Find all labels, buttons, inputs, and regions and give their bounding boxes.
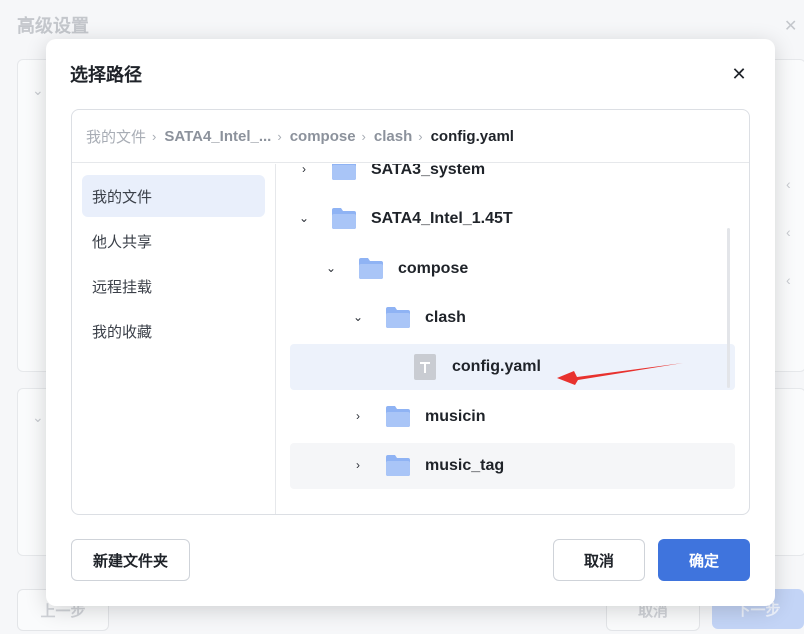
chevron-down-icon[interactable]: ⌄ [296,210,312,226]
breadcrumb-item[interactable]: 我的文件 [86,126,146,147]
chevron-right-icon: › [361,128,366,144]
background-close-icon: ✕ [784,18,798,35]
tree-item-name: SATA4_Intel_1.45T [371,210,513,227]
breadcrumb-current: config.yaml [430,127,514,145]
chevron-right-icon[interactable]: › [350,457,366,473]
tree-row[interactable]: ⌄ clash [290,295,735,341]
sidebar-item-my-files[interactable]: 我的文件 [82,175,265,217]
folder-icon [332,164,356,180]
tree-item-name: compose [398,260,469,277]
folder-icon [332,208,356,229]
dialog-title: 选择路径 [70,65,142,85]
chevron-right-icon: › [418,128,423,144]
tree-row-selected[interactable]: config.yaml [290,344,735,390]
scrollbar[interactable] [727,228,730,388]
tree-item-name: clash [425,309,466,326]
breadcrumb-item[interactable]: SATA4_Intel_... [164,128,271,145]
file-icon [414,354,436,380]
folder-icon [386,307,410,328]
chevron-down-icon: ⌄ [32,82,44,98]
breadcrumb-item[interactable]: compose [290,128,356,145]
chevron-right-icon[interactable]: › [296,164,312,177]
sidebar-item-remote-mount[interactable]: 远程挂载 [82,265,265,307]
tree-row[interactable]: ⌄ compose [290,246,735,292]
file-browser: 我的文件 › SATA4_Intel_... › compose › clash… [71,109,750,515]
confirm-button[interactable]: 确定 [658,539,750,581]
chevron-right-icon: ‹ [786,272,791,288]
chevron-right-icon: › [152,128,157,144]
sidebar: 我的文件 他人共享 远程挂载 我的收藏 [72,164,276,514]
chevron-down-icon: ⌄ [32,409,44,425]
chevron-down-icon[interactable]: ⌄ [323,260,339,276]
new-folder-button[interactable]: 新建文件夹 [71,539,190,581]
folder-icon [359,258,383,279]
tree-row[interactable]: › music_tag [290,443,735,489]
chevron-right-icon: ‹ [786,224,791,240]
select-path-dialog: 选择路径 ✕ 我的文件 › SATA4_Intel_... › compose … [46,39,775,606]
chevron-right-icon: ‹ [786,176,791,192]
background-title: 高级设置 [17,16,89,36]
folder-icon [386,455,410,476]
tree-item-name: config.yaml [452,358,541,375]
folder-icon [386,406,410,427]
tree-row[interactable]: ⌄ SATA4_Intel_1.45T [290,196,735,242]
file-tree: › SATA3_system ⌄ SATA4_Intel_1.45T ⌄ com… [276,164,749,514]
breadcrumb: 我的文件 › SATA4_Intel_... › compose › clash… [72,110,749,163]
tree-row[interactable]: › musicin [290,394,735,440]
chevron-right-icon: › [277,128,282,144]
sidebar-item-shared[interactable]: 他人共享 [82,220,265,262]
chevron-down-icon[interactable]: ⌄ [350,309,366,325]
tree-item-name: music_tag [425,457,505,474]
tree-item-name: SATA3_system [371,164,486,178]
cancel-button[interactable]: 取消 [553,539,645,581]
breadcrumb-item[interactable]: clash [374,128,412,145]
tree-item-name: musicin [425,408,486,425]
tree-row[interactable]: › SATA3_system [290,164,735,193]
sidebar-item-favorites[interactable]: 我的收藏 [82,310,265,352]
chevron-right-icon[interactable]: › [350,408,366,424]
close-icon[interactable]: ✕ [729,63,749,85]
